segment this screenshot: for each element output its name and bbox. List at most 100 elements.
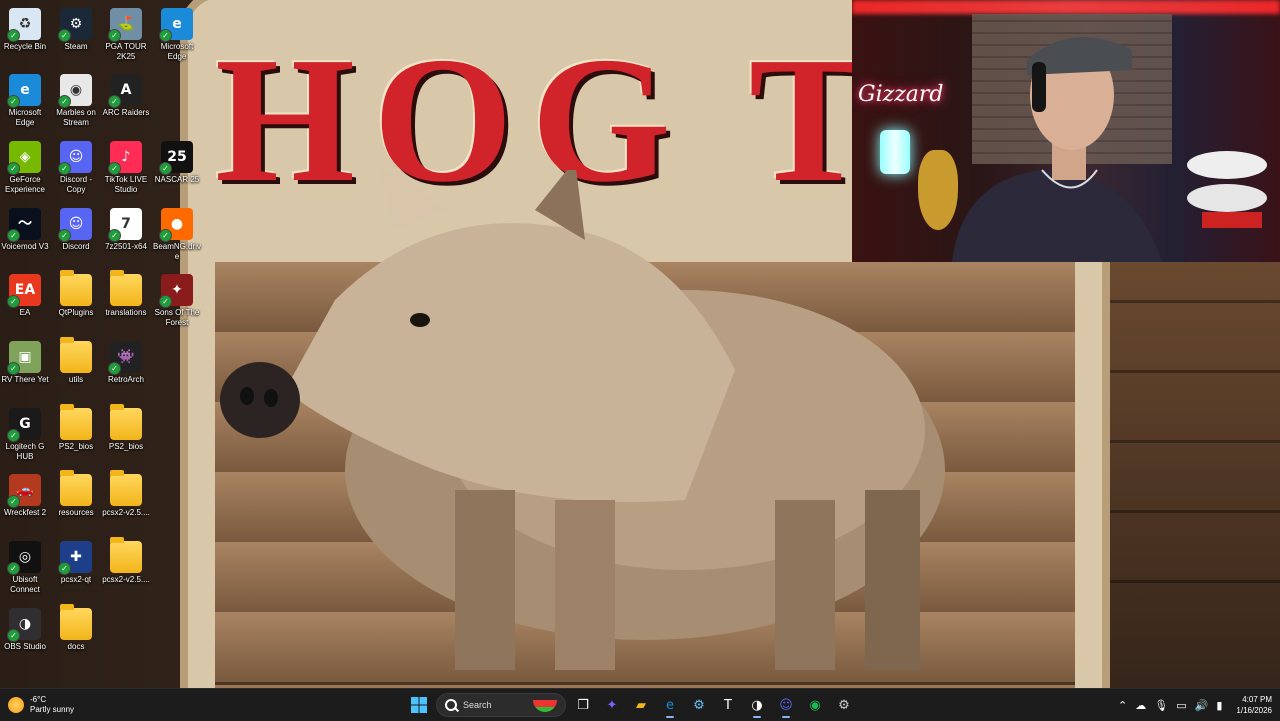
battery-icon[interactable]: ▮ <box>1216 699 1222 712</box>
desktop-icon-label: BeamNG.drive <box>152 242 201 261</box>
desktop-icon-ps2-bios[interactable]: PS2_bios <box>101 404 151 452</box>
webcam-overlay: Gizzard <box>852 0 1280 262</box>
search-highlight-icon <box>533 700 557 712</box>
recycle-bin-icon: ♻ <box>7 8 41 42</box>
folder-icon <box>110 470 142 506</box>
desktop-icon-ea[interactable]: EAEA <box>0 270 50 318</box>
desktop-icon-discord[interactable]: ☺Discord <box>51 204 101 252</box>
desktop-icon-discord-copy[interactable]: ☺Discord - Copy <box>51 137 101 195</box>
onedrive-icon[interactable]: ☁ <box>1135 699 1146 712</box>
desktop-icon-tiktok-live-studio[interactable]: ♪TikTok LIVE Studio <box>101 137 151 195</box>
desktop-icon-utils[interactable]: utils <box>51 337 101 385</box>
sons-forest-icon: ✦ <box>159 274 193 308</box>
network-icon[interactable]: ▭ <box>1176 699 1186 712</box>
footballs <box>1187 151 1267 228</box>
edge-app[interactable]: e <box>657 692 683 718</box>
microphone-icon[interactable]: 🎙 <box>1154 699 1168 712</box>
desktop-icon-label: Voicemod V3 <box>1 242 49 251</box>
desktop-icon-label: Microsoft Edge <box>160 42 194 61</box>
streamer <box>952 37 1162 262</box>
desktop-icon-rv-there-yet[interactable]: ▣RV There Yet <box>0 337 50 385</box>
desktop-icon-label: PS2_bios <box>108 442 144 451</box>
settings-app[interactable]: ⚙ <box>831 692 857 718</box>
desktop-icon-arc-raiders[interactable]: AARC Raiders <box>101 70 151 118</box>
desktop-icon-nascar-25[interactable]: 25NASCAR 25 <box>152 137 202 185</box>
desktop-icon-label: pcsx2-v2.5.... <box>102 575 150 584</box>
spotify-app[interactable]: ◉ <box>802 692 828 718</box>
weather-desc: Partly sunny <box>30 705 75 714</box>
weather-temp: -6°C <box>30 695 47 704</box>
desktop-icon-translations[interactable]: translations <box>101 270 151 318</box>
tf-app[interactable]: T <box>715 692 741 718</box>
desktop-icon-microsoft-edge[interactable]: eMicrosoft Edge <box>0 70 50 128</box>
pga-tour-icon: ⛳ <box>108 8 142 42</box>
folder-icon <box>110 404 142 440</box>
ubisoft-icon: ◎ <box>7 541 41 575</box>
start-button[interactable] <box>406 692 432 718</box>
system-tray: ⌃ ☁ 🎙 ▭ 🔊 ▮ 4:07 PM 1/16/2026 <box>1118 691 1272 719</box>
taskbar-search[interactable]: Search <box>436 693 566 717</box>
desktop-icon-pga-tour-2k25[interactable]: ⛳PGA TOUR 2K25 <box>101 4 151 62</box>
steam-icon: ⚙ <box>58 8 92 42</box>
search-icon <box>445 699 457 711</box>
desktop-icon-pcsx2-v2-5[interactable]: pcsx2-v2.5.... <box>101 537 151 585</box>
desktop-icon-label: EA <box>19 308 31 317</box>
desktop-icon-label: Marbles on Stream <box>56 108 96 127</box>
chevron-up-icon[interactable]: ⌃ <box>1118 699 1127 712</box>
file-explorer-app[interactable]: ▰ <box>628 692 654 718</box>
desktop-icon-voicemod-v3[interactable]: 〜Voicemod V3 <box>0 204 50 252</box>
desktop-icon-label: Recycle Bin <box>3 42 47 51</box>
copilot-app[interactable]: ✦ <box>599 692 625 718</box>
edge-icon: e <box>159 8 193 42</box>
desktop-icon-label: PGA TOUR 2K25 <box>105 42 147 61</box>
desktop-icon-marbles-on-stream[interactable]: ◉Marbles on Stream <box>51 70 101 128</box>
desktop-icon-label: Microsoft Edge <box>8 108 42 127</box>
desktop-icon-ubisoft-connect[interactable]: ◎Ubisoft Connect <box>0 537 50 595</box>
desktop-icon-retroarch[interactable]: 👾RetroArch <box>101 337 151 385</box>
desktop-icon-geforce-experience[interactable]: ◈GeForce Experience <box>0 137 50 195</box>
desktop-icon-label: RV There Yet <box>1 375 49 384</box>
desktop-icon-steam[interactable]: ⚙Steam <box>51 4 101 52</box>
desktop-icon-beamng-drive[interactable]: ●BeamNG.drive <box>152 204 202 262</box>
desktop-icon-label: Steam <box>64 42 88 51</box>
steam-icon: ⚙ <box>693 697 705 713</box>
desktop-icon-label: QtPlugins <box>58 308 94 317</box>
voicemod-icon: 〜 <box>7 208 41 242</box>
wallpaper-wood-wall <box>1080 260 1280 688</box>
steam-app[interactable]: ⚙ <box>686 692 712 718</box>
obs-icon: ◑ <box>751 697 763 713</box>
neon-sign: Gizzard <box>858 82 944 107</box>
desktop-icon-resources[interactable]: resources <box>51 470 101 518</box>
desktop-icon-label: PS2_bios <box>58 442 94 451</box>
desktop-icon-wreckfest-2[interactable]: 🚗Wreckfest 2 <box>0 470 50 518</box>
folder-icon <box>60 270 92 306</box>
desktop-icon-ps2-bios[interactable]: PS2_bios <box>51 404 101 452</box>
desktop-icon-obs-studio[interactable]: ◑OBS Studio <box>0 604 50 652</box>
desktop-icon-label: GeForce Experience <box>4 175 46 194</box>
task-view-button[interactable]: ❐ <box>570 692 596 718</box>
desktop-icon-label: Wreckfest 2 <box>3 508 47 517</box>
desktop-icon-docs[interactable]: docs <box>51 604 101 652</box>
pcsx2-icon: ✚ <box>58 541 92 575</box>
desktop-icon-qtplugins[interactable]: QtPlugins <box>51 270 101 318</box>
copilot-icon: ✦ <box>606 697 618 713</box>
folder-icon <box>60 337 92 373</box>
desktop-icon-microsoft-edge[interactable]: eMicrosoft Edge <box>152 4 202 62</box>
marbles-icon: ◉ <box>58 74 92 108</box>
desktop-icon-pcsx2-v2-5[interactable]: pcsx2-v2.5.... <box>101 470 151 518</box>
desktop-icon-sons-of-the-forest[interactable]: ✦Sons Of The Forest <box>152 270 202 328</box>
weather-widget[interactable]: -6°C Partly sunny <box>8 692 74 718</box>
desktop-icon-recycle-bin[interactable]: ♻Recycle Bin <box>0 4 50 52</box>
desktop-icon-pcsx2-qt[interactable]: ✚pcsx2-qt <box>51 537 101 585</box>
edge-icon: e <box>7 74 41 108</box>
desktop-icon-7z2501-x64[interactable]: 77z2501-x64 <box>101 204 151 252</box>
settings-icon: ⚙ <box>838 697 850 713</box>
tf-icon: T <box>724 697 732 713</box>
logitech-icon: G <box>7 408 41 442</box>
discord-app[interactable]: ☺ <box>773 692 799 718</box>
obs-app[interactable]: ◑ <box>744 692 770 718</box>
volume-icon[interactable]: 🔊 <box>1195 699 1209 712</box>
desktop-icon-logitech-g-hub[interactable]: GLogitech G HUB <box>0 404 50 462</box>
tiktok-icon: ♪ <box>108 141 142 175</box>
clock[interactable]: 4:07 PM 1/16/2026 <box>1236 694 1272 716</box>
